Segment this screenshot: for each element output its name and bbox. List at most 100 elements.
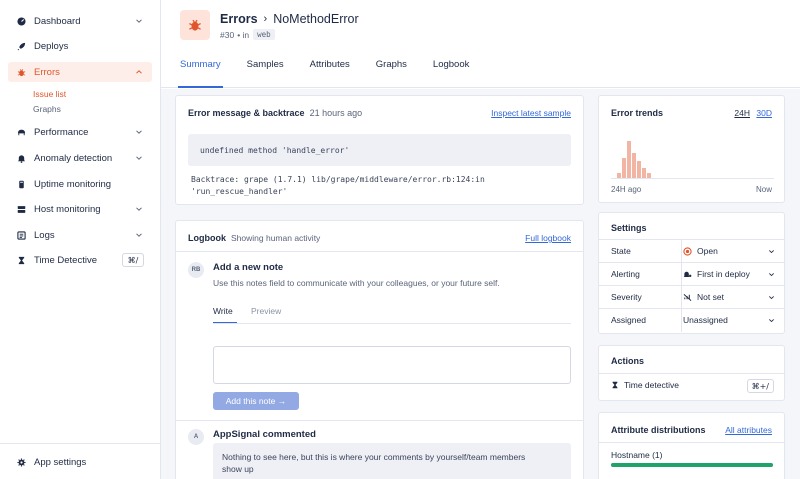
gear-icon — [17, 457, 26, 467]
breadcrumb: Errors › NoMethodError — [220, 12, 359, 26]
sidebar-item-dashboard[interactable]: Dashboard — [8, 11, 152, 31]
settings-row-assigned[interactable]: Assigned Unassigned — [599, 308, 784, 332]
avatar: RB — [188, 262, 204, 278]
settings-card: Settings State Open Alerting First in de… — [598, 212, 785, 334]
page-title: NoMethodError — [273, 12, 359, 26]
sidebar-item-label: Host monitoring — [34, 203, 101, 215]
settings-row-alerting[interactable]: Alerting First in deploy — [599, 262, 784, 286]
full-logbook-link[interactable]: Full logbook — [525, 233, 571, 243]
namespace-tag: web — [253, 29, 275, 40]
hostname-bar-fill — [611, 463, 773, 467]
backtrace-line: 'run_rescue_handler' — [191, 187, 288, 196]
comment-text: show up — [222, 464, 254, 474]
attribute-distributions-card: Attribute distributions All attributes H… — [598, 412, 785, 479]
backtrace-line: Backtrace: grape (1.7.1) lib/grape/middl… — [191, 175, 485, 184]
severity-value: Not set — [697, 292, 724, 302]
sidebar-item-uptime-monitoring[interactable]: Uptime monitoring — [8, 174, 152, 194]
tab-graphs[interactable]: Graphs — [376, 59, 407, 88]
sidebar-item-performance[interactable]: Performance — [8, 122, 152, 142]
settings-row-severity[interactable]: Severity Not set — [599, 285, 784, 309]
bell-icon — [17, 154, 26, 163]
actions-card: Actions Time detective ⌘+/ — [598, 345, 785, 401]
tab-preview[interactable]: Preview — [251, 306, 281, 316]
in-label: • in — [237, 29, 250, 40]
sidebar-item-label: Deploys — [34, 40, 69, 52]
all-attributes-link[interactable]: All attributes — [725, 425, 772, 435]
sidebar-item-label: Logs — [34, 229, 55, 241]
error-message-card: Error message & backtrace 21 hours ago I… — [175, 95, 584, 205]
hostname-label: Hostname (1) — [611, 450, 663, 460]
time-detective-action[interactable]: Time detective — [611, 380, 679, 390]
chevron-down-icon — [136, 130, 142, 134]
server-icon — [17, 205, 26, 214]
logbook-subtitle: Showing human activity — [231, 233, 321, 243]
trend-bar — [627, 141, 631, 178]
bug-icon — [189, 19, 201, 31]
divider — [599, 373, 784, 374]
open-circle-icon — [683, 246, 692, 256]
tab-bar: Summary Samples Attributes Graphs Logboo… — [178, 59, 495, 88]
sidebar-item-label: Anomaly detection — [34, 152, 113, 164]
add-note-description: Use this notes field to communicate with… — [213, 278, 500, 288]
sidebar-item-deploys[interactable]: Deploys — [8, 36, 152, 56]
dashboard-icon — [17, 16, 26, 26]
tab-summary[interactable]: Summary — [178, 59, 223, 88]
bug-icon — [17, 68, 26, 77]
sidebar-subitem-graphs[interactable]: Graphs — [33, 104, 61, 114]
not-set-icon — [683, 293, 692, 301]
rocket-icon — [17, 42, 26, 51]
sidebar-item-app-settings[interactable]: App settings — [8, 452, 152, 472]
logbook-title: Logbook — [188, 233, 226, 243]
error-message-code: undefined method 'handle_error' — [188, 134, 571, 166]
settings-label: State — [611, 246, 631, 256]
tab-attributes[interactable]: Attributes — [310, 59, 350, 88]
tab-samples[interactable]: Samples — [247, 59, 284, 88]
note-textarea[interactable] — [213, 346, 571, 384]
state-value: Open — [697, 246, 718, 256]
sidebar-item-host-monitoring[interactable]: Host monitoring — [8, 199, 152, 219]
divider — [176, 251, 583, 252]
sidebar-item-logs[interactable]: Logs — [8, 225, 152, 245]
settings-title: Settings — [611, 223, 647, 233]
time-detective-label: Time detective — [624, 380, 679, 390]
trend-bar — [622, 158, 626, 178]
add-note-button[interactable]: Add this note → — [213, 392, 299, 410]
settings-label: Assigned — [611, 315, 646, 325]
turtle-icon — [17, 128, 26, 137]
sidebar-item-anomaly-detection[interactable]: Anomaly detection — [8, 148, 152, 168]
divider — [599, 442, 784, 443]
sidebar-item-errors[interactable]: Errors — [8, 62, 152, 82]
time-detective-shortcut: ⌘+/ — [746, 379, 774, 393]
logs-icon — [17, 230, 26, 240]
tab-logbook[interactable]: Logbook — [433, 59, 469, 88]
error-card-title: Error message & backtrace — [188, 108, 305, 118]
trend-start-label: 24H ago — [611, 185, 642, 194]
divider — [176, 420, 583, 421]
trend-bar — [617, 173, 621, 178]
comment-title: AppSignal commented — [213, 429, 316, 440]
sidebar-subitem-issue-list[interactable]: Issue list — [33, 89, 66, 99]
card-title: Logbook Showing human activity — [188, 233, 320, 243]
comment-text: Nothing to see here, but this is where y… — [222, 452, 526, 462]
settings-value-wrap: Not set — [681, 285, 724, 309]
settings-row-state[interactable]: State Open — [599, 239, 784, 263]
range-30d-link[interactable]: 30D — [756, 108, 772, 118]
sidebar-footer: App settings — [0, 443, 160, 479]
inspect-latest-sample-link[interactable]: Inspect latest sample — [491, 108, 571, 118]
trend-bar — [637, 161, 641, 178]
breadcrumb-errors[interactable]: Errors — [220, 12, 258, 26]
trend-bar — [647, 173, 651, 178]
sidebar-item-label: App settings — [34, 456, 87, 468]
logbook-card: Logbook Showing human activity Full logb… — [175, 220, 584, 479]
error-badge — [180, 10, 210, 40]
sidebar-item-label: Errors — [34, 66, 60, 78]
tab-write[interactable]: Write — [213, 306, 233, 316]
chevron-down-icon — [769, 319, 774, 323]
error-trends-card: Error trends 24H 30D 24H ago Now — [598, 95, 785, 203]
hourglass-icon — [612, 381, 618, 389]
chevron-down-icon — [136, 207, 142, 211]
chevron-down-icon — [136, 19, 142, 23]
range-24h-link[interactable]: 24H — [734, 108, 750, 118]
incident-meta: #30 • in web — [220, 29, 275, 40]
sidebar-item-time-detective[interactable]: Time Detective ⌘/ — [8, 250, 152, 270]
